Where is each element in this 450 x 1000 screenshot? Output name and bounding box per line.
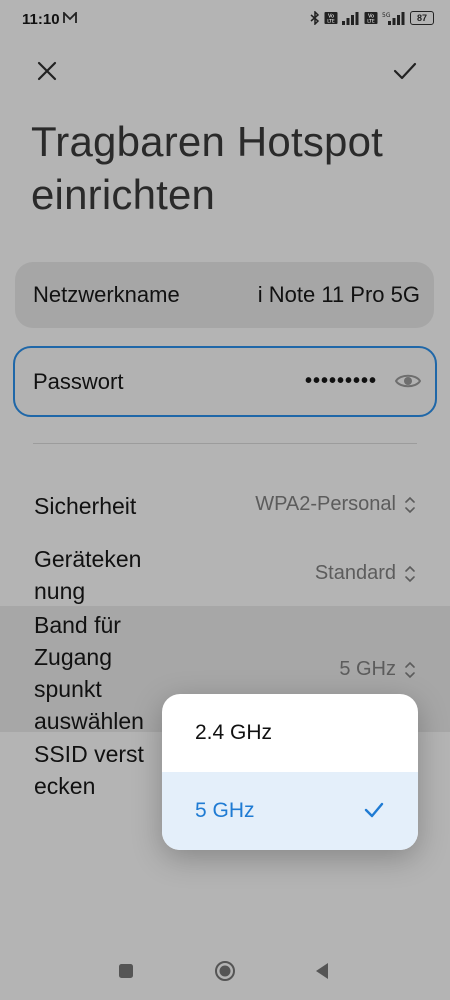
check-icon xyxy=(364,802,384,818)
hide-ssid-label: SSID verst ecken xyxy=(34,741,144,799)
band-option-label: 2.4 GHz xyxy=(195,721,273,744)
device-id-value: Standard xyxy=(314,562,396,584)
band-dropdown: 2.4 GHz 5 GHz xyxy=(162,694,418,850)
chevron-updown-icon xyxy=(405,565,415,582)
volte-icon: Vo LTE xyxy=(364,12,378,25)
band-label: Band für Zugang spunkt auswählen xyxy=(34,612,144,734)
network-name-value[interactable]: i Note 11 Pro 5G xyxy=(258,262,420,328)
recents-button[interactable] xyxy=(113,958,139,984)
navigation-bar xyxy=(0,946,450,1000)
band-option-label: 5 GHz xyxy=(195,799,255,822)
home-button[interactable] xyxy=(212,958,238,984)
mail-icon xyxy=(63,12,77,23)
band-option-5ghz[interactable]: 5 GHz xyxy=(162,772,418,850)
5g-signal-icon: 5G xyxy=(382,12,405,25)
security-row[interactable]: Sicherheit WPA2-Personal xyxy=(0,488,450,524)
password-value[interactable]: ••••••••• xyxy=(305,348,377,415)
bluetooth-icon xyxy=(310,11,320,25)
security-value: WPA2-Personal xyxy=(255,493,396,515)
password-field[interactable]: Passwort ••••••••• xyxy=(13,346,437,417)
recents-icon xyxy=(119,964,133,978)
status-time: 11:10 xyxy=(22,11,60,28)
svg-text:5G: 5G xyxy=(382,12,391,19)
check-icon xyxy=(393,62,417,80)
password-label: Passwort xyxy=(33,368,124,394)
signal-icon xyxy=(342,12,359,25)
device-id-value-group[interactable]: Standard xyxy=(315,562,416,585)
eye-icon[interactable] xyxy=(395,370,421,392)
close-button[interactable] xyxy=(30,54,64,88)
back-icon xyxy=(316,963,328,979)
band-option-2-4ghz[interactable]: 2.4 GHz xyxy=(162,694,418,772)
volte-icon: Vo LTE xyxy=(324,12,338,25)
status-bar: 11:10 Vo LTE Vo LTE 5G 87 xyxy=(0,0,450,42)
back-button[interactable] xyxy=(309,958,335,984)
home-icon xyxy=(215,961,235,981)
svg-text:LTE: LTE xyxy=(327,19,335,25)
divider xyxy=(33,443,417,444)
svg-text:LTE: LTE xyxy=(367,19,375,25)
band-value: 5 GHz xyxy=(339,658,396,680)
device-id-row[interactable]: Geräteken nung Standard xyxy=(0,540,450,606)
confirm-button[interactable] xyxy=(388,54,422,88)
status-icons: Vo LTE Vo LTE 5G 87 xyxy=(310,11,434,25)
device-id-label: Geräteken nung xyxy=(34,546,142,604)
chevron-updown-icon xyxy=(405,496,415,513)
network-name-field[interactable]: Netzwerkname i Note 11 Pro 5G xyxy=(15,262,434,328)
close-icon xyxy=(37,61,57,81)
security-value-group[interactable]: WPA2-Personal xyxy=(255,493,416,516)
network-name-label: Netzwerkname xyxy=(33,282,180,307)
battery-icon: 87 xyxy=(410,11,434,25)
security-label: Sicherheit xyxy=(34,493,137,519)
band-value-group[interactable]: 5 GHz xyxy=(339,658,416,681)
chevron-updown-icon xyxy=(405,661,415,678)
page-title: Tragbaren Hotspot einrichten xyxy=(31,118,384,218)
